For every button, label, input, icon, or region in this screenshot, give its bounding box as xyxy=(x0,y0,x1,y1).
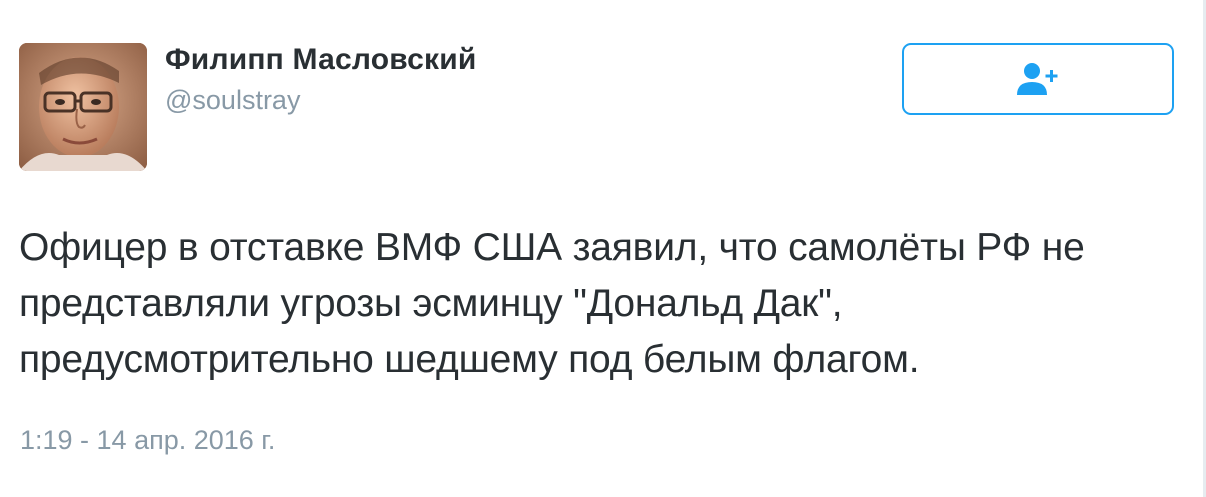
tweet-text-line: представляли угрозы эсминцу "Дональд Дак… xyxy=(19,282,843,325)
tweet-text-line: предусмотрительно шедшему под белым флаг… xyxy=(19,338,920,381)
avatar[interactable] xyxy=(19,43,147,171)
avatar-photo xyxy=(19,43,147,171)
follow-button[interactable] xyxy=(902,43,1174,115)
tweet-text: Офицер в отставке ВМФ США заявил, что са… xyxy=(19,220,1189,388)
author-handle[interactable]: @soulstray xyxy=(165,85,300,116)
tweet-text-line: Офицер в отставке ВМФ США заявил, что са… xyxy=(19,226,1085,269)
tweet-timestamp[interactable]: 1:19 - 14 апр. 2016 г. xyxy=(20,425,275,456)
add-user-icon xyxy=(1017,63,1058,95)
author-display-name[interactable]: Филипп Масловский xyxy=(165,43,477,77)
